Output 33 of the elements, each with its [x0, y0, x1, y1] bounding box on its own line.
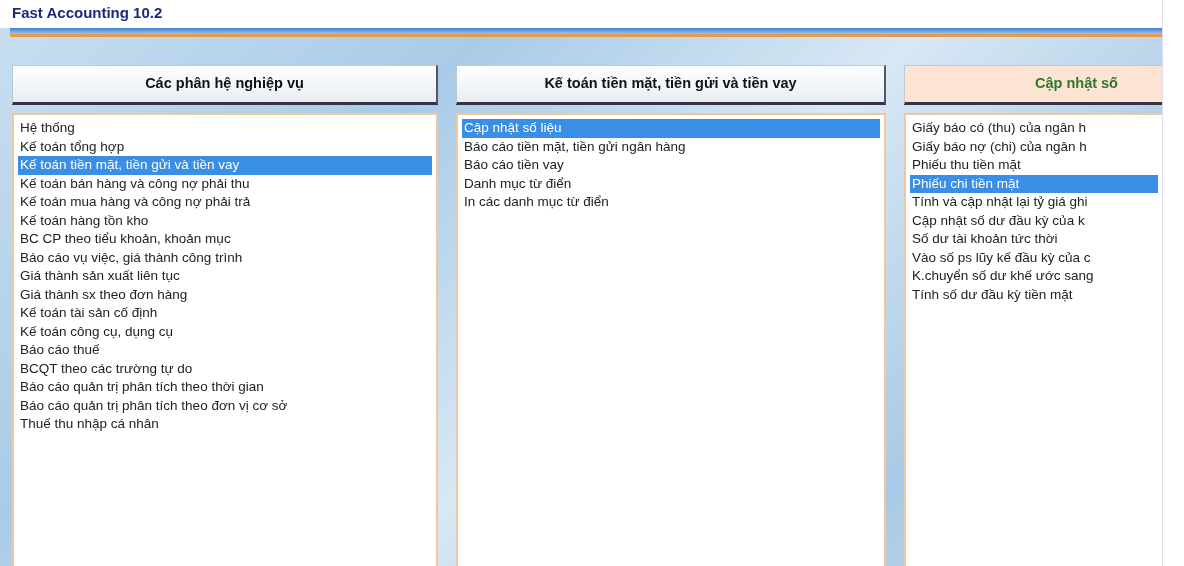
- menu-item[interactable]: Kế toán tổng hợp: [18, 137, 432, 156]
- panel-header: Kế toán tiền mặt, tiền gửi và tiền vay: [456, 65, 886, 105]
- menu-item[interactable]: Báo cáo vụ việc, giá thành công trình: [18, 248, 432, 267]
- menu-item[interactable]: Kế toán hàng tồn kho: [18, 211, 432, 230]
- menu-item[interactable]: BC CP theo tiểu khoản, khoản mục: [18, 230, 432, 249]
- menu-item[interactable]: Danh mục từ điển: [462, 174, 880, 193]
- menu-item[interactable]: Cập nhật số dư đầu kỳ của k: [910, 211, 1158, 230]
- menu-item[interactable]: Giá thành sx theo đơn hàng: [18, 285, 432, 304]
- menu-item[interactable]: In các danh mục từ điển: [462, 193, 880, 212]
- menu-item[interactable]: Báo cáo thuế: [18, 341, 432, 360]
- menu-item[interactable]: Giá thành sản xuất liên tục: [18, 267, 432, 286]
- menu-item[interactable]: Báo cáo quản trị phân tích theo thời gian: [18, 378, 432, 397]
- menu-item[interactable]: Giấy báo có (thu) của ngân h: [910, 119, 1158, 138]
- menu-item[interactable]: Kế toán công cụ, dụng cụ: [18, 322, 432, 341]
- menu-item[interactable]: Báo cáo tiền vay: [462, 156, 880, 175]
- menu-item[interactable]: Kế toán tài sản cố định: [18, 304, 432, 323]
- menu-item[interactable]: Số dư tài khoản tức thời: [910, 230, 1158, 249]
- menu-item[interactable]: Báo cáo tiền mặt, tiền gửi ngân hàng: [462, 137, 880, 156]
- menu-item[interactable]: Tính số dư đầu kỳ tiền mặt: [910, 285, 1158, 304]
- menu-item[interactable]: Hệ thống: [18, 119, 432, 138]
- menu-item[interactable]: K.chuyển số dư khế ước sang: [910, 267, 1158, 286]
- menu-item[interactable]: Tính và cập nhật lại tỷ giá ghi: [910, 193, 1158, 212]
- window-title: Fast Accounting 10.2: [0, 0, 1162, 28]
- menu-item[interactable]: Phiếu thu tiền mặt: [910, 156, 1158, 175]
- menu-item[interactable]: Thuế thu nhập cá nhân: [18, 415, 432, 434]
- menu-item[interactable]: Kế toán mua hàng và công nợ phải trả: [18, 193, 432, 212]
- panel-header: Cập nhật số: [904, 65, 1162, 105]
- menu-item[interactable]: Báo cáo quản trị phân tích theo đơn vị cơ sở: [18, 396, 432, 415]
- menu-item[interactable]: Giấy báo nợ (chi) của ngân h: [910, 137, 1158, 156]
- panel-header: Các phân hệ nghiệp vụ: [12, 65, 438, 105]
- menu-item[interactable]: Kế toán bán hàng và công nợ phải thu: [18, 174, 432, 193]
- menu-item[interactable]: Vào số ps lũy kế đầu kỳ của c: [910, 248, 1158, 267]
- menu-item[interactable]: BCQT theo các trường tự do: [18, 359, 432, 378]
